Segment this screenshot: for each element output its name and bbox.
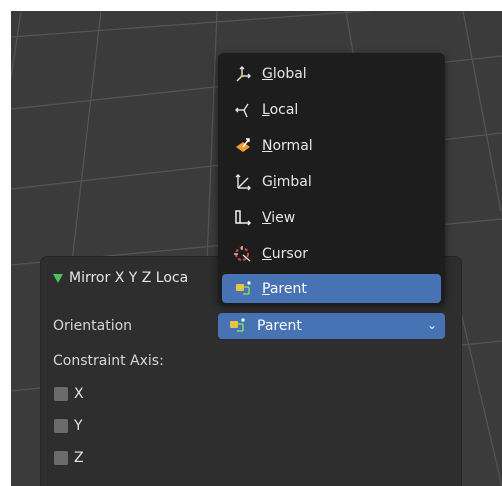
chevron-down-icon: ⌄ [426, 318, 437, 332]
menu-item-cursor-label: Cursor [262, 245, 309, 262]
axis-z-checkbox[interactable]: Z [54, 450, 84, 466]
panel-header[interactable]: Mirror X Y Z Loca [53, 270, 188, 286]
panel-title: Mirror X Y Z Loca [69, 270, 189, 286]
gimbal-orientation-icon [235, 173, 251, 190]
menu-item-gimbal-label: Gimbal [262, 173, 312, 190]
orientation-dropdown-menu: Global Local Normal Gimbal View Cursor P… [218, 53, 445, 305]
orientation-value: Parent [257, 318, 302, 334]
expand-triangle-icon[interactable] [53, 273, 63, 283]
menu-item-normal[interactable]: Normal [222, 131, 441, 160]
global-orientation-icon [236, 65, 251, 81]
view-orientation-icon [235, 209, 251, 225]
menu-item-view-label: View [262, 209, 296, 226]
menu-item-parent-label: Parent [262, 280, 307, 297]
axis-y-label: Y [74, 418, 83, 434]
menu-item-local[interactable]: Local [222, 95, 441, 124]
checkbox-x[interactable] [54, 387, 68, 401]
menu-item-view[interactable]: View [222, 203, 441, 232]
normal-orientation-icon [236, 137, 250, 152]
checkbox-z[interactable] [54, 451, 68, 465]
orientation-label: Orientation [53, 318, 133, 334]
cursor-orientation-icon [234, 245, 251, 262]
parent-orientation-icon [230, 318, 245, 332]
checkbox-y[interactable] [54, 419, 68, 433]
menu-item-local-label: Local [262, 101, 299, 118]
constraint-axis-label: Constraint Axis: [53, 353, 164, 369]
axis-y-checkbox[interactable]: Y [54, 418, 83, 434]
orientation-select[interactable]: Parent ⌄ [218, 313, 445, 339]
parent-orientation-icon [236, 280, 251, 295]
menu-item-cursor[interactable]: Cursor [222, 239, 441, 268]
axis-x-label: X [74, 386, 84, 402]
menu-item-gimbal[interactable]: Gimbal [222, 167, 441, 196]
menu-item-global[interactable]: Global [222, 59, 441, 88]
local-orientation-icon [235, 103, 249, 117]
axis-z-label: Z [74, 450, 84, 466]
menu-item-normal-label: Normal [262, 137, 313, 154]
menu-item-global-label: Global [262, 65, 307, 82]
menu-item-parent[interactable]: Parent [222, 274, 441, 303]
axis-x-checkbox[interactable]: X [54, 386, 84, 402]
